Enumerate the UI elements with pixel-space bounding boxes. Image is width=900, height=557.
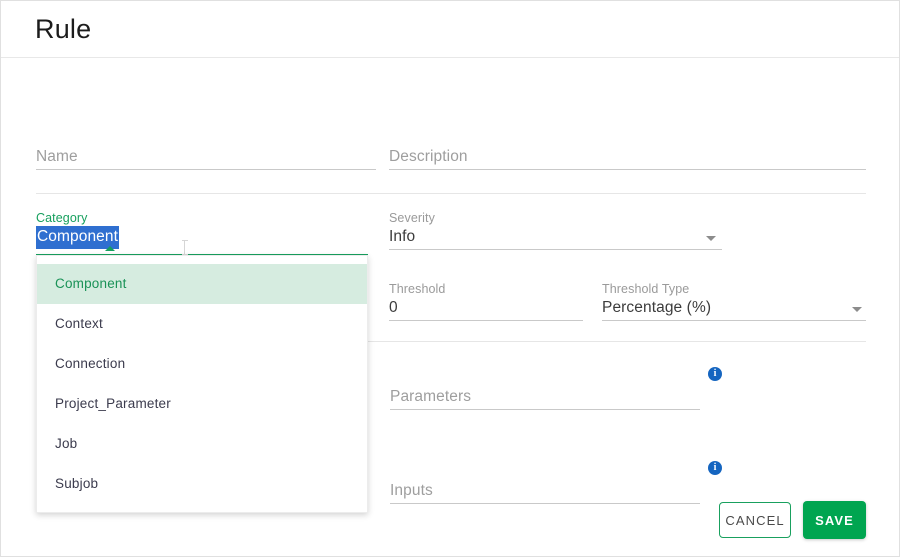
name-underline [36, 169, 376, 170]
description-underline [389, 169, 866, 170]
save-button[interactable]: SAVE [803, 501, 866, 539]
severity-field[interactable]: Severity Info [389, 211, 722, 250]
parameters-info-icon[interactable]: i [708, 367, 722, 381]
chevron-down-icon[interactable] [706, 236, 716, 241]
inputs-info-icon[interactable]: i [708, 461, 722, 475]
description-input[interactable]: Description [389, 146, 866, 169]
dropdown-option-connection[interactable]: Connection [37, 344, 367, 384]
threshold-type-value[interactable]: Percentage (%) [602, 297, 866, 320]
chevron-up-icon[interactable] [105, 246, 115, 251]
parameters-input[interactable]: Parameters [390, 386, 700, 409]
chevron-down-icon[interactable] [852, 307, 862, 312]
cancel-button[interactable]: CANCEL [719, 502, 791, 538]
rule-dialog: Rule Name Description Category Component… [0, 0, 900, 557]
threshold-input[interactable]: 0 [389, 297, 583, 320]
dropdown-option-job[interactable]: Job [37, 424, 367, 464]
page-title: Rule [35, 14, 91, 45]
category-field[interactable]: Category Component [36, 211, 368, 256]
dialog-header: Rule [1, 1, 899, 58]
dropdown-option-project-parameter[interactable]: Project_Parameter [37, 384, 367, 424]
category-dropdown-list[interactable]: Component Context Connection Project_Par… [36, 255, 368, 513]
dropdown-option-component[interactable]: Component [37, 264, 367, 304]
severity-label: Severity [389, 211, 722, 226]
threshold-type-label: Threshold Type [602, 282, 866, 297]
threshold-type-value-wrap[interactable]: Percentage (%) [602, 297, 866, 320]
dropdown-option-context[interactable]: Context [37, 304, 367, 344]
description-field[interactable]: Description [389, 146, 866, 170]
severity-underline [389, 249, 722, 250]
threshold-field[interactable]: Threshold 0 [389, 282, 583, 321]
severity-value[interactable]: Info [389, 226, 722, 249]
threshold-type-field[interactable]: Threshold Type Percentage (%) [602, 282, 866, 321]
dialog-body: Name Description Category Component Seve… [1, 58, 899, 556]
parameters-underline [390, 409, 700, 410]
dropdown-option-subjob[interactable]: Subjob [37, 464, 367, 504]
category-value-wrap[interactable]: Component [36, 236, 119, 253]
name-field[interactable]: Name [36, 146, 376, 170]
severity-value-wrap[interactable]: Info [389, 226, 722, 249]
category-label: Category [36, 211, 368, 226]
section-divider-1 [36, 193, 866, 194]
threshold-underline [389, 320, 583, 321]
parameters-field[interactable]: Parameters [390, 386, 700, 410]
threshold-type-underline [602, 320, 866, 321]
name-input[interactable]: Name [36, 146, 376, 169]
threshold-label: Threshold [389, 282, 583, 297]
text-cursor-icon [184, 240, 185, 255]
